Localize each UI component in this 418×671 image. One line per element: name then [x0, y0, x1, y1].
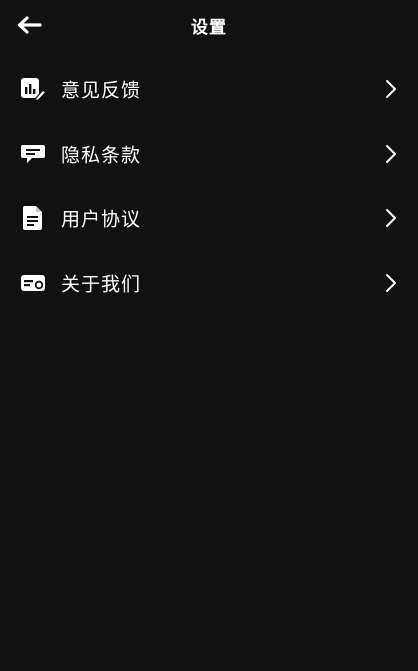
- menu-item-privacy[interactable]: 隐私条款: [0, 122, 418, 187]
- top-bar: 设置: [0, 0, 418, 52]
- chevron-right-icon: [384, 272, 398, 294]
- chevron-right-icon: [384, 207, 398, 229]
- menu-item-about-us[interactable]: 关于我们: [0, 251, 418, 316]
- chevron-right-icon: [384, 78, 398, 100]
- chat-bubble-icon: [19, 140, 47, 168]
- menu-item-user-agreement[interactable]: 用户协议: [0, 186, 418, 251]
- page-title: 设置: [191, 18, 227, 38]
- menu-item-label: 隐私条款: [61, 144, 142, 167]
- feedback-edit-icon: [19, 75, 47, 103]
- menu-item-feedback[interactable]: 意见反馈: [0, 57, 418, 122]
- menu-item-label: 用户协议: [61, 208, 142, 231]
- id-card-icon: [19, 269, 47, 297]
- document-icon: [19, 204, 47, 232]
- chevron-right-icon: [384, 143, 398, 165]
- menu-item-label: 意见反馈: [61, 79, 142, 102]
- menu-item-label: 关于我们: [61, 273, 142, 296]
- settings-menu: 意见反馈 隐私条款 用户协议 关于我们: [0, 57, 418, 315]
